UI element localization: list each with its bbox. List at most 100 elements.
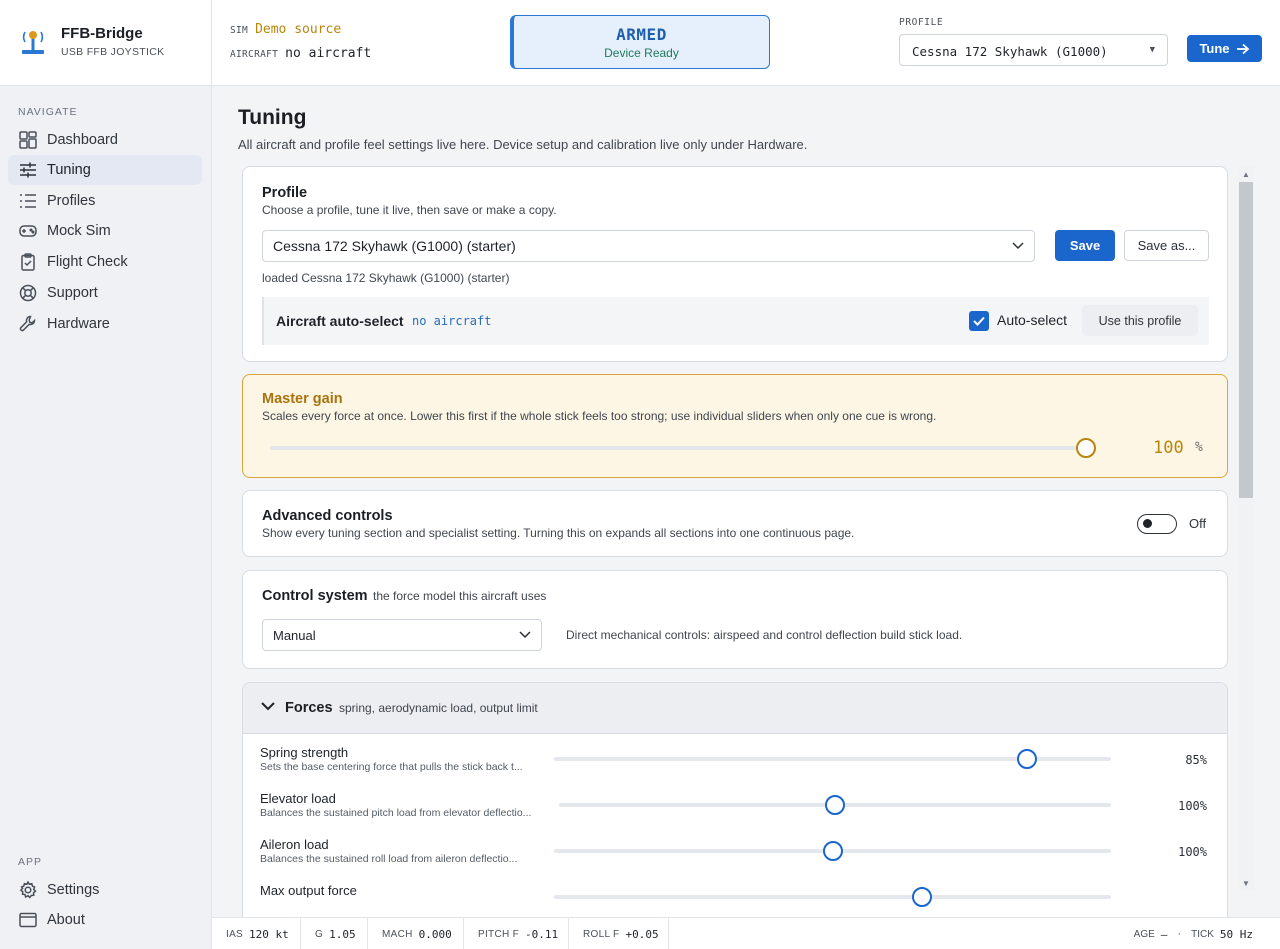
master-gain-value: 100 <box>1153 438 1184 458</box>
status-separator: · <box>1177 928 1182 940</box>
clipboard-check-icon <box>18 252 38 272</box>
forces-title: Forces <box>285 700 333 716</box>
page-title: Tuning <box>238 106 307 129</box>
nav-section-label: NAVIGATE <box>18 106 78 118</box>
force-row-desc: Balances the sustained pitch load from e… <box>260 807 532 819</box>
sidebar-item-label: Tuning <box>47 162 91 178</box>
sidebar-item-tuning[interactable]: Tuning <box>8 155 202 185</box>
forces-header[interactable]: Forces spring, aerodynamic load, output … <box>243 683 1227 734</box>
master-gain-unit: % <box>1195 440 1203 455</box>
status-ias: IAS 120 kt <box>212 918 301 949</box>
sidebar-item-label: Settings <box>47 882 100 898</box>
max-output-slider-thumb[interactable] <box>911 887 932 907</box>
status-key: ROLL F <box>583 928 620 940</box>
status-mach: MACH 0.000 <box>368 918 464 949</box>
dashboard-icon <box>18 130 38 150</box>
save-as-button[interactable]: Save as... <box>1124 230 1209 261</box>
wrench-icon <box>18 314 38 334</box>
master-gain-slider-thumb[interactable] <box>1076 438 1096 458</box>
profile-dropdown-value: Cessna 172 Skyhawk (G1000) (starter) <box>273 238 516 254</box>
control-system-dropdown[interactable]: Manual <box>262 619 542 651</box>
sidebar-item-dashboard[interactable]: Dashboard <box>8 125 202 155</box>
gamepad-icon <box>18 221 38 241</box>
arrow-right-icon <box>1236 43 1249 54</box>
aircraft-key: AIRCRAFT <box>230 49 279 60</box>
control-system-hint: the force model this aircraft uses <box>373 589 547 603</box>
status-right: AGE — · TICK 50 Hz <box>1134 918 1253 949</box>
profile-label: PROFILE <box>899 17 944 28</box>
save-button[interactable]: Save <box>1055 230 1115 261</box>
force-row-desc: Balances the sustained roll load from ai… <box>260 853 518 865</box>
forces-card: Forces spring, aerodynamic load, output … <box>242 682 1228 917</box>
force-row-desc: Sets the base centering force that pulls… <box>260 761 523 773</box>
scrollbar-thumb[interactable] <box>1239 182 1253 498</box>
sidebar-item-label: Dashboard <box>47 132 118 148</box>
auto-select-label: Auto-select <box>997 312 1068 328</box>
tick-value: 50 Hz <box>1219 927 1253 941</box>
sim-source: SIM Demo source <box>230 22 341 37</box>
control-system-card: Control system the force model this airc… <box>242 570 1228 669</box>
advanced-toggle[interactable] <box>1137 514 1177 534</box>
master-gain-title: Master gain <box>262 391 343 407</box>
joystick-logo-icon <box>22 31 44 54</box>
auto-select-checkbox[interactable] <box>969 311 989 331</box>
control-system-title: Control system <box>262 588 368 604</box>
force-row-name: Spring strength <box>260 745 349 760</box>
sidebar-item-label: About <box>47 912 85 928</box>
sidebar-item-settings[interactable]: Settings <box>8 875 202 905</box>
window-icon <box>18 910 38 930</box>
sidebar-item-profiles[interactable]: Profiles <box>8 186 202 216</box>
device-status-badge: ARMED Device Ready <box>510 15 770 69</box>
control-system-description: Direct mechanical controls: airspeed and… <box>566 628 963 642</box>
status-value: +0.05 <box>625 927 659 941</box>
scroll-down-icon[interactable]: ▼ <box>1238 876 1254 890</box>
profile-select[interactable]: Cessna 172 Skyhawk (G1000) ▼ <box>899 34 1168 66</box>
sidebar-item-support[interactable]: Support <box>8 278 202 308</box>
status-roll-force: ROLL F +0.05 <box>569 918 669 949</box>
sidebar-item-mock-sim[interactable]: Mock Sim <box>8 216 202 246</box>
master-gain-slider-track[interactable] <box>270 446 1086 450</box>
page-subtitle: All aircraft and profile feel settings l… <box>238 137 808 152</box>
tune-button-label: Tune <box>1199 41 1230 56</box>
brand-subtitle: USB FFB JOYSTICK <box>61 46 165 58</box>
profile-card-subtitle: Choose a profile, tune it live, then sav… <box>262 203 557 217</box>
control-system-value: Manual <box>273 628 316 643</box>
sidebar-item-label: Flight Check <box>47 254 128 270</box>
aileron-load-slider-thumb[interactable] <box>822 841 843 861</box>
status-value: 120 kt <box>249 927 289 941</box>
status-value: -0.11 <box>525 927 559 941</box>
max-output-slider-track[interactable] <box>554 895 1111 899</box>
force-row-value: 100% <box>1178 845 1207 859</box>
status-value: 1.05 <box>329 927 356 941</box>
force-row-name: Max output force <box>260 883 357 898</box>
scroll-up-icon[interactable]: ▲ <box>1238 167 1254 181</box>
status-key: PITCH F <box>478 928 519 940</box>
loaded-profile-text: loaded Cessna 172 Skyhawk (G1000) (start… <box>262 271 510 285</box>
elevator-load-slider-thumb[interactable] <box>825 795 845 815</box>
toggle-knob <box>1143 519 1152 528</box>
sim-key: SIM <box>230 25 249 36</box>
master-gain-card: Master gain Scales every force at once. … <box>242 374 1228 478</box>
sidebar-item-hardware[interactable]: Hardware <box>8 309 202 339</box>
status-key: MACH <box>382 928 413 940</box>
sidebar-item-label: Mock Sim <box>47 223 111 239</box>
advanced-controls-card: Advanced controls Show every tuning sect… <box>242 490 1228 557</box>
spring-strength-slider-thumb[interactable] <box>1017 749 1038 769</box>
sidebar-item-about[interactable]: About <box>8 905 202 935</box>
sidebar-item-label: Hardware <box>47 316 110 332</box>
profile-select-value: Cessna 172 Skyhawk (G1000) <box>912 44 1108 59</box>
sidebar-item-flight-check[interactable]: Flight Check <box>8 247 202 277</box>
use-this-profile-button[interactable]: Use this profile <box>1082 305 1198 336</box>
master-gain-subtitle: Scales every force at once. Lower this f… <box>262 409 937 423</box>
status-subtitle: Device Ready <box>604 46 679 60</box>
status-value: 0.000 <box>418 927 452 941</box>
brand: FFB-Bridge USB FFB JOYSTICK <box>0 0 211 86</box>
profile-dropdown[interactable]: Cessna 172 Skyhawk (G1000) (starter) <box>262 230 1035 262</box>
gear-icon <box>18 880 38 900</box>
force-row-value: 100% <box>1178 799 1207 813</box>
tune-button[interactable]: Tune <box>1187 35 1262 62</box>
advanced-toggle-state: Off <box>1189 516 1207 531</box>
auto-select-title: Aircraft auto-select <box>276 313 404 329</box>
advanced-controls-subtitle: Show every tuning section and specialist… <box>262 526 855 540</box>
chevron-down-icon <box>519 631 531 639</box>
